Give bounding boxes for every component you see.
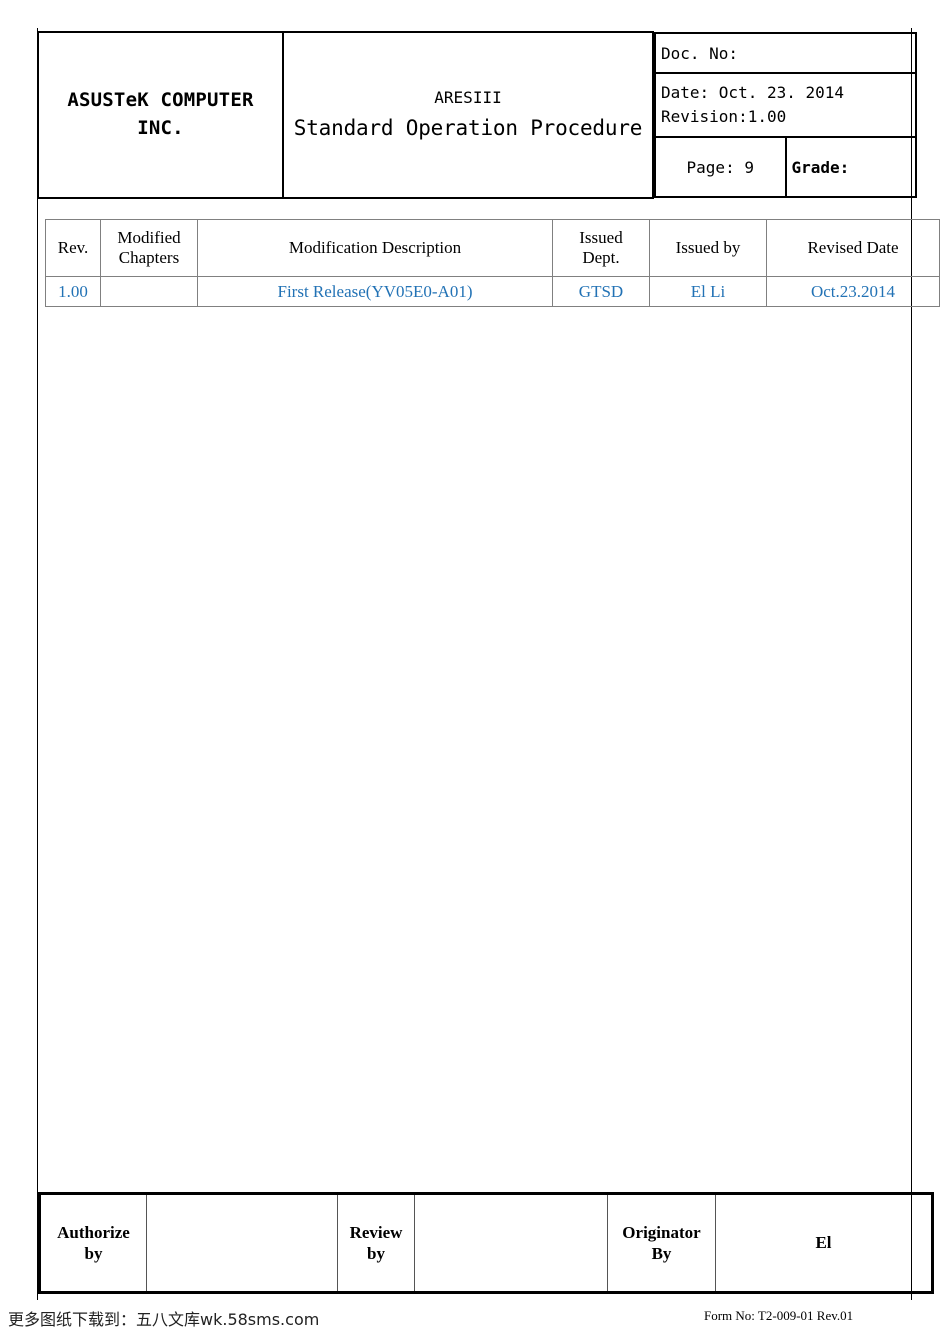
originator-by-label: Originator By: [607, 1193, 716, 1293]
document-header-table: ASUSTeK COMPUTER INC. ARESIII Standard O…: [37, 31, 917, 199]
authorize-by-value: [146, 1193, 338, 1293]
column-header-revised-date: Revised Date: [766, 219, 940, 277]
column-header-issued-dept-l2: Dept.: [582, 248, 620, 267]
date-line: Date: Oct. 23. 2014: [661, 83, 845, 102]
authorize-by-label-l1: Authorize: [57, 1222, 130, 1242]
date-revision-cell: Date: Oct. 23. 2014 Revision:1.00: [654, 72, 917, 138]
watermark-footer-text: 更多图纸下载到：五八文库wk.58sms.com: [8, 1310, 320, 1329]
revision-table-body: 1.00 First Release(YV05E0-A01) GTSD El L…: [45, 276, 940, 307]
cell-rev: 1.00: [45, 276, 101, 307]
authorize-by-label: Authorize by: [38, 1193, 147, 1293]
company-name-cell: ASUSTeK COMPUTER INC.: [37, 31, 284, 199]
signature-approval-table: Authorize by Review by Originator By El: [38, 1192, 934, 1294]
column-header-modified-chapters: Modified Chapters: [100, 219, 198, 277]
review-by-label: Review by: [337, 1193, 415, 1293]
doc-no-cell: Doc. No:: [654, 32, 917, 74]
originator-by-value: El: [715, 1193, 934, 1293]
column-header-modification-description-text: Modification Description: [288, 238, 462, 258]
form-number-footer: Form No: T2-009-01 Rev.01: [704, 1308, 854, 1323]
review-by-label-l1: Review: [349, 1222, 403, 1242]
column-header-revised-date-text: Revised Date: [807, 238, 899, 258]
revision-line: Revision:1.00: [661, 107, 787, 126]
company-name-line1: ASUSTeK COMPUTER: [67, 89, 254, 112]
document-type-title: Standard Operation Procedure: [293, 116, 643, 140]
originator-by-label-l1: Originator: [622, 1222, 701, 1242]
column-header-issued-dept-l1: Issued: [579, 228, 623, 248]
authorize-by-label-l2: by: [84, 1244, 103, 1263]
grade-label: Grade:: [791, 157, 850, 177]
cell-issued-by: El Li: [649, 276, 767, 307]
originator-by-label-l2: By: [651, 1244, 672, 1263]
column-header-rev: Rev.: [45, 219, 101, 277]
column-header-modified-chapters-l2: Chapters: [118, 248, 180, 267]
column-header-issued-by: Issued by: [649, 219, 767, 277]
doc-no-label: Doc. No:: [661, 43, 739, 63]
page-number-cell: Page: 9: [654, 136, 787, 198]
revision-history-table: Rev. Modified Chapters Modification Desc…: [45, 219, 940, 307]
document-title-cell: ARESIII Standard Operation Procedure: [282, 31, 654, 199]
table-header-row: Rev. Modified Chapters Modification Desc…: [45, 219, 940, 277]
column-header-modification-description: Modification Description: [197, 219, 553, 277]
cell-issued-dept: GTSD: [552, 276, 650, 307]
document-meta-table: Doc. No: Date: Oct. 23. 2014 Revision:1.…: [654, 32, 917, 198]
cell-modified-chapters: [100, 276, 198, 307]
document-meta-cell: Doc. No: Date: Oct. 23. 2014 Revision:1.…: [653, 32, 917, 198]
column-header-rev-text: Rev.: [57, 238, 89, 258]
cell-revised-date: Oct.23.2014: [766, 276, 940, 307]
column-header-issued-dept: Issued Dept.: [552, 219, 650, 277]
grade-cell: Grade:: [784, 136, 917, 198]
review-by-value: [414, 1193, 608, 1293]
column-header-issued-by-text: Issued by: [675, 238, 741, 258]
company-name-line2: INC.: [137, 117, 184, 139]
revision-table-header: Rev. Modified Chapters Modification Desc…: [45, 219, 940, 277]
product-title: ARESIII: [434, 87, 502, 107]
review-by-label-l2: by: [367, 1244, 385, 1263]
column-header-modified-chapters-l1: Modified: [117, 228, 181, 248]
cell-modification-description: First Release(YV05E0-A01): [197, 276, 553, 307]
signature-row: Authorize by Review by Originator By El: [38, 1193, 934, 1293]
table-row: 1.00 First Release(YV05E0-A01) GTSD El L…: [45, 276, 940, 307]
